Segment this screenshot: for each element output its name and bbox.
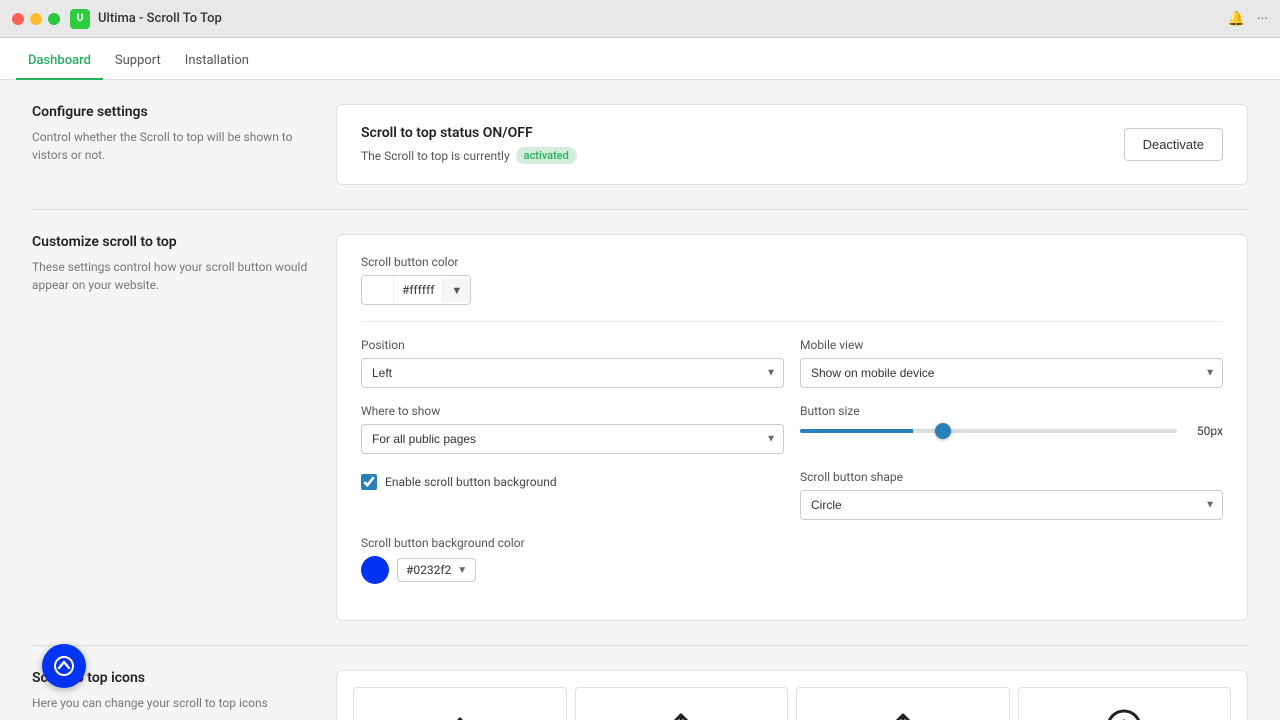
mobile-view-field: Mobile view Show on mobile device Hide o… [800, 338, 1223, 388]
button-size-slider[interactable] [800, 429, 1177, 433]
icon-item-box-upload[interactable] [796, 687, 1010, 720]
where-show-field: Where to show For all public pages For s… [361, 404, 784, 454]
bg-color-value-display[interactable]: #0232f2 ▼ [397, 558, 476, 582]
customize-section-right: Scroll button color #ffffff ▼ Position [336, 234, 1248, 621]
position-select[interactable]: Left Right Center [361, 358, 784, 388]
scroll-color-label: Scroll button color [361, 255, 1223, 269]
scroll-shape-label: Scroll button shape [800, 470, 1223, 484]
enable-bg-checkbox[interactable] [361, 474, 377, 490]
bg-color-hex: #0232f2 [406, 563, 451, 577]
icons-section: Scroll to top icons Here you can change … [32, 670, 1248, 720]
mobile-view-select-wrapper: Show on mobile device Hide on mobile dev… [800, 358, 1223, 388]
color-value-display[interactable]: #ffffff ▼ [361, 275, 471, 305]
icon-item-upload[interactable] [575, 687, 789, 720]
upload-icon [659, 705, 703, 720]
traffic-lights [12, 13, 60, 25]
main-content: Configure settings Control whether the S… [0, 80, 1280, 720]
maximize-button[interactable] [48, 13, 60, 25]
circle-chevron-icon [1102, 705, 1146, 720]
scroll-shape-field: Scroll button shape Circle Square Rounde… [800, 470, 1223, 520]
customize-desc: These settings control how your scroll b… [32, 258, 312, 294]
button-size-label: Button size [800, 404, 1223, 418]
close-button[interactable] [12, 13, 24, 25]
mobile-view-label: Mobile view [800, 338, 1223, 352]
icon-item-chevron-up[interactable] [353, 687, 567, 720]
minimize-button[interactable] [30, 13, 42, 25]
bg-color-field: Scroll button background color #0232f2 ▼ [361, 536, 1223, 584]
configure-section-right: Scroll to top status ON/OFF The Scroll t… [336, 104, 1248, 185]
customize-title: Customize scroll to top [32, 234, 312, 250]
color-hex-text: #ffffff [394, 278, 442, 302]
notification-icon[interactable]: 🔔 [1228, 11, 1245, 27]
customize-section: Customize scroll to top These settings c… [32, 234, 1248, 646]
more-icon[interactable]: ··· [1257, 11, 1268, 27]
color-swatch-white [362, 276, 394, 304]
enable-bg-checkbox-row: Enable scroll button background [361, 474, 784, 490]
tab-dashboard[interactable]: Dashboard [16, 43, 103, 80]
where-show-size-row: Where to show For all public pages For s… [361, 404, 1223, 454]
slider-row: 50px [800, 424, 1223, 438]
bg-color-swatch [361, 556, 389, 584]
fab-scroll-to-top[interactable] [42, 644, 86, 688]
status-desc-prefix: The Scroll to top is currently [361, 149, 510, 163]
position-mobile-row: Position Left Right Center ▼ Mobile view [361, 338, 1223, 388]
titlebar-actions: 🔔 ··· [1228, 11, 1268, 27]
chevron-up-icon [438, 705, 482, 720]
button-size-field: Button size 50px [800, 404, 1223, 454]
where-show-select[interactable]: For all public pages For specific pages [361, 424, 784, 454]
bg-color-label: Scroll button background color [361, 536, 1223, 550]
mobile-view-select[interactable]: Show on mobile device Hide on mobile dev… [800, 358, 1223, 388]
color-dropdown-arrow[interactable]: ▼ [442, 279, 470, 302]
bg-color-row: #0232f2 ▼ [361, 556, 1223, 584]
slider-value-text: 50px [1187, 424, 1223, 438]
app-icon: U [70, 9, 90, 29]
activated-badge: activated [516, 147, 577, 164]
color-picker-row: #ffffff ▼ [361, 275, 1223, 305]
app-title-text: Ultima - Scroll To Top [98, 11, 222, 26]
icons-grid [353, 687, 1231, 720]
status-title: Scroll to top status ON/OFF [361, 125, 577, 141]
scroll-color-field: Scroll button color #ffffff ▼ [361, 255, 1223, 305]
scroll-shape-select-wrapper: Circle Square Rounded Square ▼ [800, 490, 1223, 520]
app-title: U Ultima - Scroll To Top [70, 9, 222, 29]
icon-item-circle-chevron[interactable] [1018, 687, 1232, 720]
nav-bar: Dashboard Support Installation [0, 38, 1280, 80]
titlebar: U Ultima - Scroll To Top 🔔 ··· [0, 0, 1280, 38]
tab-installation[interactable]: Installation [173, 43, 261, 80]
position-select-wrapper: Left Right Center ▼ [361, 358, 784, 388]
box-upload-icon [881, 705, 925, 720]
status-desc: The Scroll to top is currently activated [361, 147, 577, 164]
checkbox-shape-row: Enable scroll button background Scroll b… [361, 470, 1223, 520]
status-info: Scroll to top status ON/OFF The Scroll t… [361, 125, 577, 164]
fab-icon [53, 655, 75, 677]
icons-desc: Here you can change your scroll to top i… [32, 694, 312, 712]
bg-color-dropdown-arrow[interactable]: ▼ [457, 565, 467, 576]
tab-support[interactable]: Support [103, 43, 173, 80]
configure-section-left: Configure settings Control whether the S… [32, 104, 312, 185]
position-label: Position [361, 338, 784, 352]
configure-title: Configure settings [32, 104, 312, 120]
icons-section-right [336, 670, 1248, 720]
status-card: Scroll to top status ON/OFF The Scroll t… [361, 125, 1223, 164]
enable-bg-label: Enable scroll button background [385, 475, 557, 489]
divider-1 [361, 321, 1223, 322]
position-field: Position Left Right Center ▼ [361, 338, 784, 388]
where-show-label: Where to show [361, 404, 784, 418]
configure-desc: Control whether the Scroll to top will b… [32, 128, 312, 164]
deactivate-button[interactable]: Deactivate [1124, 128, 1223, 161]
customize-section-left: Customize scroll to top These settings c… [32, 234, 312, 621]
configure-section: Configure settings Control whether the S… [32, 104, 1248, 210]
enable-bg-field: Enable scroll button background [361, 470, 784, 490]
where-show-select-wrapper: For all public pages For specific pages … [361, 424, 784, 454]
scroll-shape-select[interactable]: Circle Square Rounded Square [800, 490, 1223, 520]
